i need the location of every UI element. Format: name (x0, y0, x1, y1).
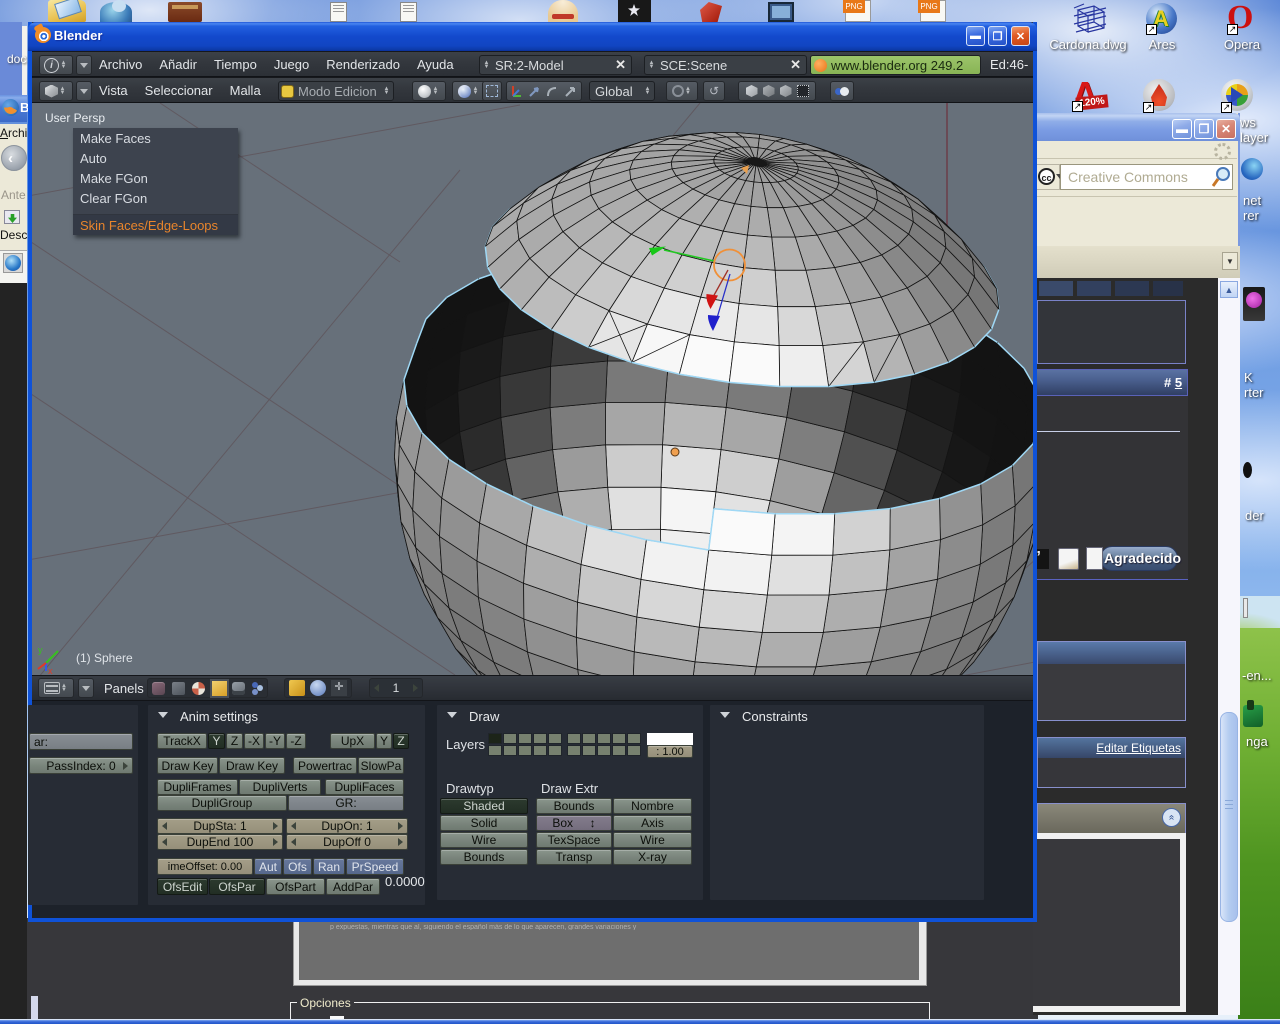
svg-text:y: y (38, 645, 43, 655)
svg-text:x: x (48, 666, 53, 675)
